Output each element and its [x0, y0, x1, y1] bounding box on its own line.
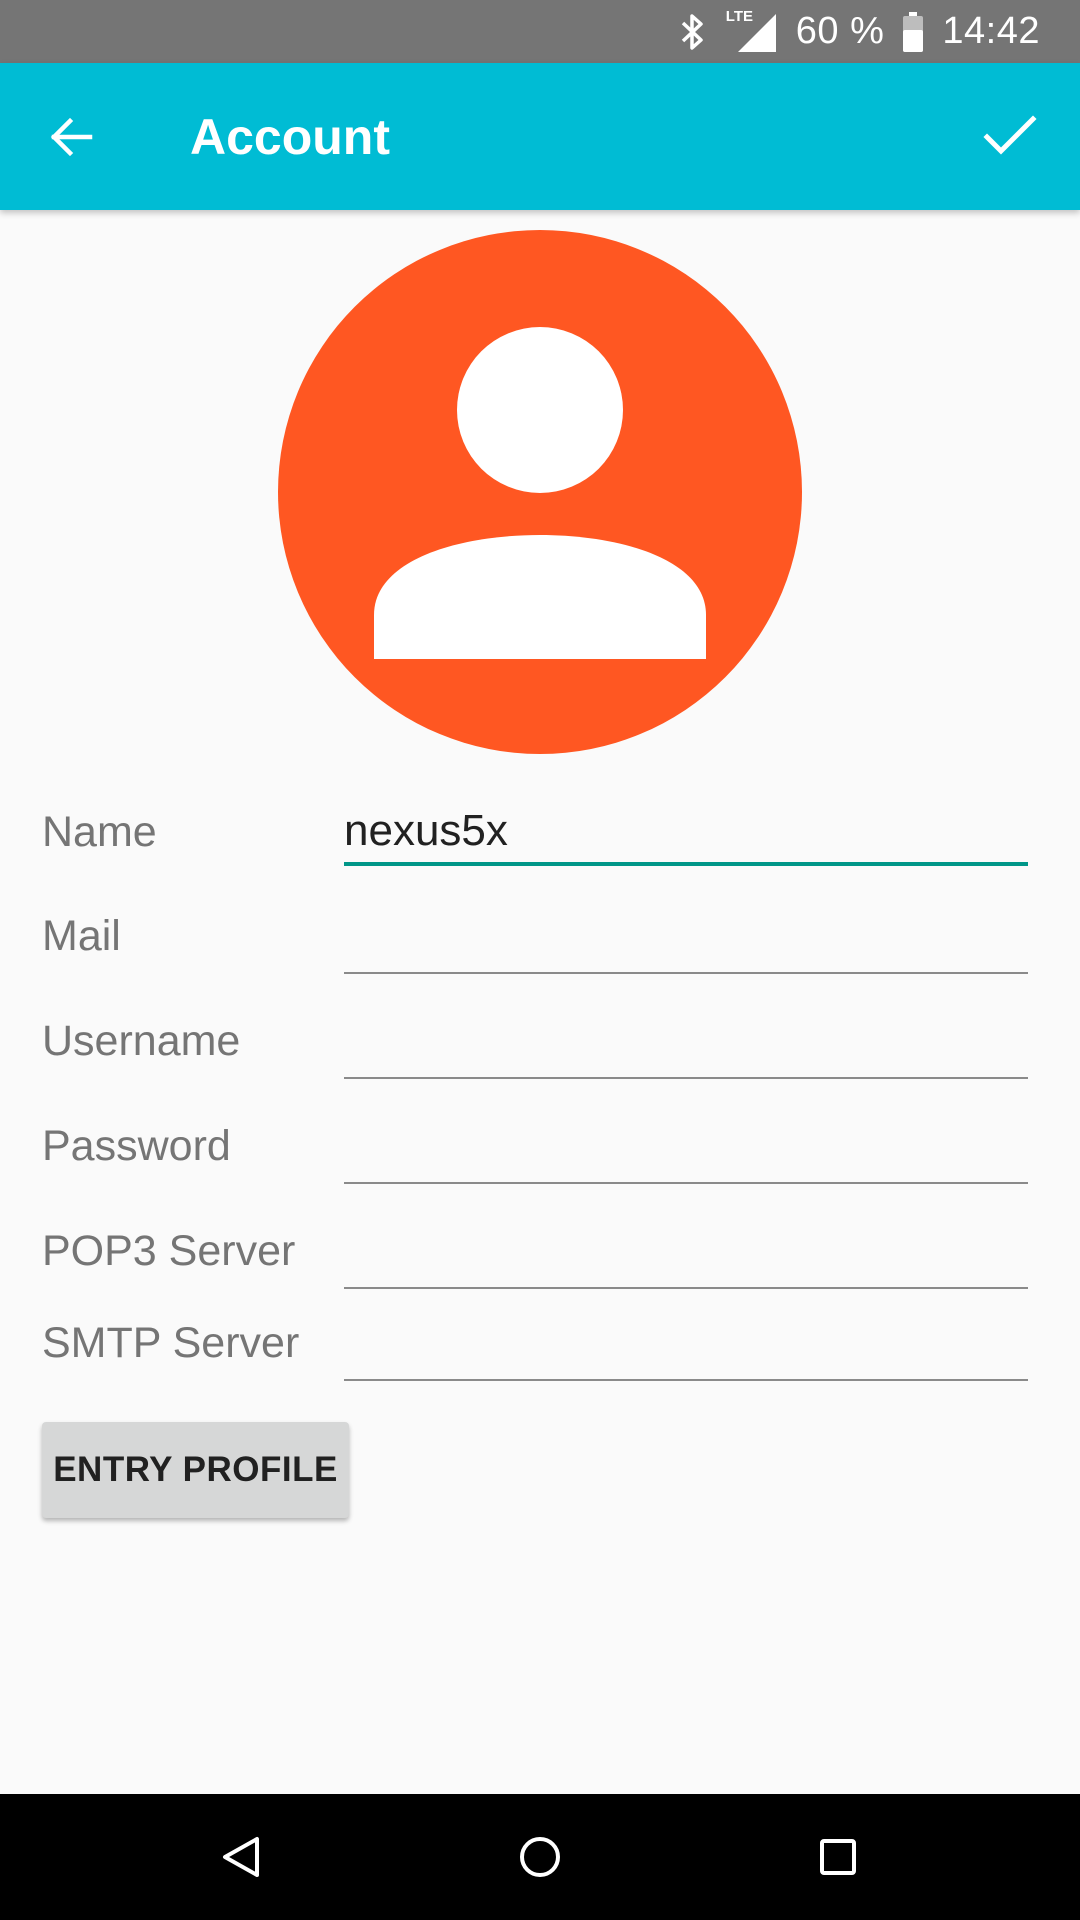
mail-label: Mail	[42, 912, 121, 960]
check-icon	[983, 115, 1037, 155]
username-label: Username	[42, 1017, 241, 1065]
person-icon	[278, 230, 802, 754]
page-title: Account	[190, 109, 390, 165]
signal-icon: LTE	[725, 7, 778, 54]
password-field[interactable]	[344, 1120, 1028, 1184]
battery-percentage: 60 %	[795, 10, 885, 52]
network-type-label: LTE	[725, 7, 753, 25]
square-recents-icon	[820, 1839, 856, 1875]
back-button[interactable]	[30, 101, 114, 173]
entry-profile-button[interactable]: ENTRY PROFILE	[42, 1422, 349, 1518]
smtp-server-label: SMTP Server	[42, 1319, 300, 1367]
arrow-back-icon	[50, 117, 93, 157]
navigation-bar	[0, 1794, 1080, 1920]
smtp-server-field[interactable]	[344, 1317, 1028, 1381]
mail-field[interactable]	[344, 910, 1028, 974]
name-field[interactable]	[344, 800, 1028, 866]
nav-home-button[interactable]	[500, 1817, 580, 1897]
password-label: Password	[42, 1122, 231, 1170]
pop3-server-field[interactable]	[344, 1225, 1028, 1289]
bluetooth-icon	[678, 12, 708, 52]
battery-icon	[902, 11, 924, 53]
username-field[interactable]	[344, 1015, 1028, 1079]
triangle-back-icon	[223, 1837, 259, 1877]
nav-recents-button[interactable]	[798, 1817, 878, 1897]
avatar[interactable]	[278, 230, 802, 754]
pop3-server-label: POP3 Server	[42, 1227, 296, 1275]
status-bar: LTE 60 % 14:42	[0, 0, 1080, 63]
nav-back-button[interactable]	[201, 1817, 281, 1897]
circle-home-icon	[520, 1837, 560, 1877]
app-bar: Account	[0, 63, 1080, 210]
name-label: Name	[42, 808, 157, 856]
confirm-button[interactable]	[968, 99, 1052, 175]
clock: 14:42	[942, 10, 1040, 52]
